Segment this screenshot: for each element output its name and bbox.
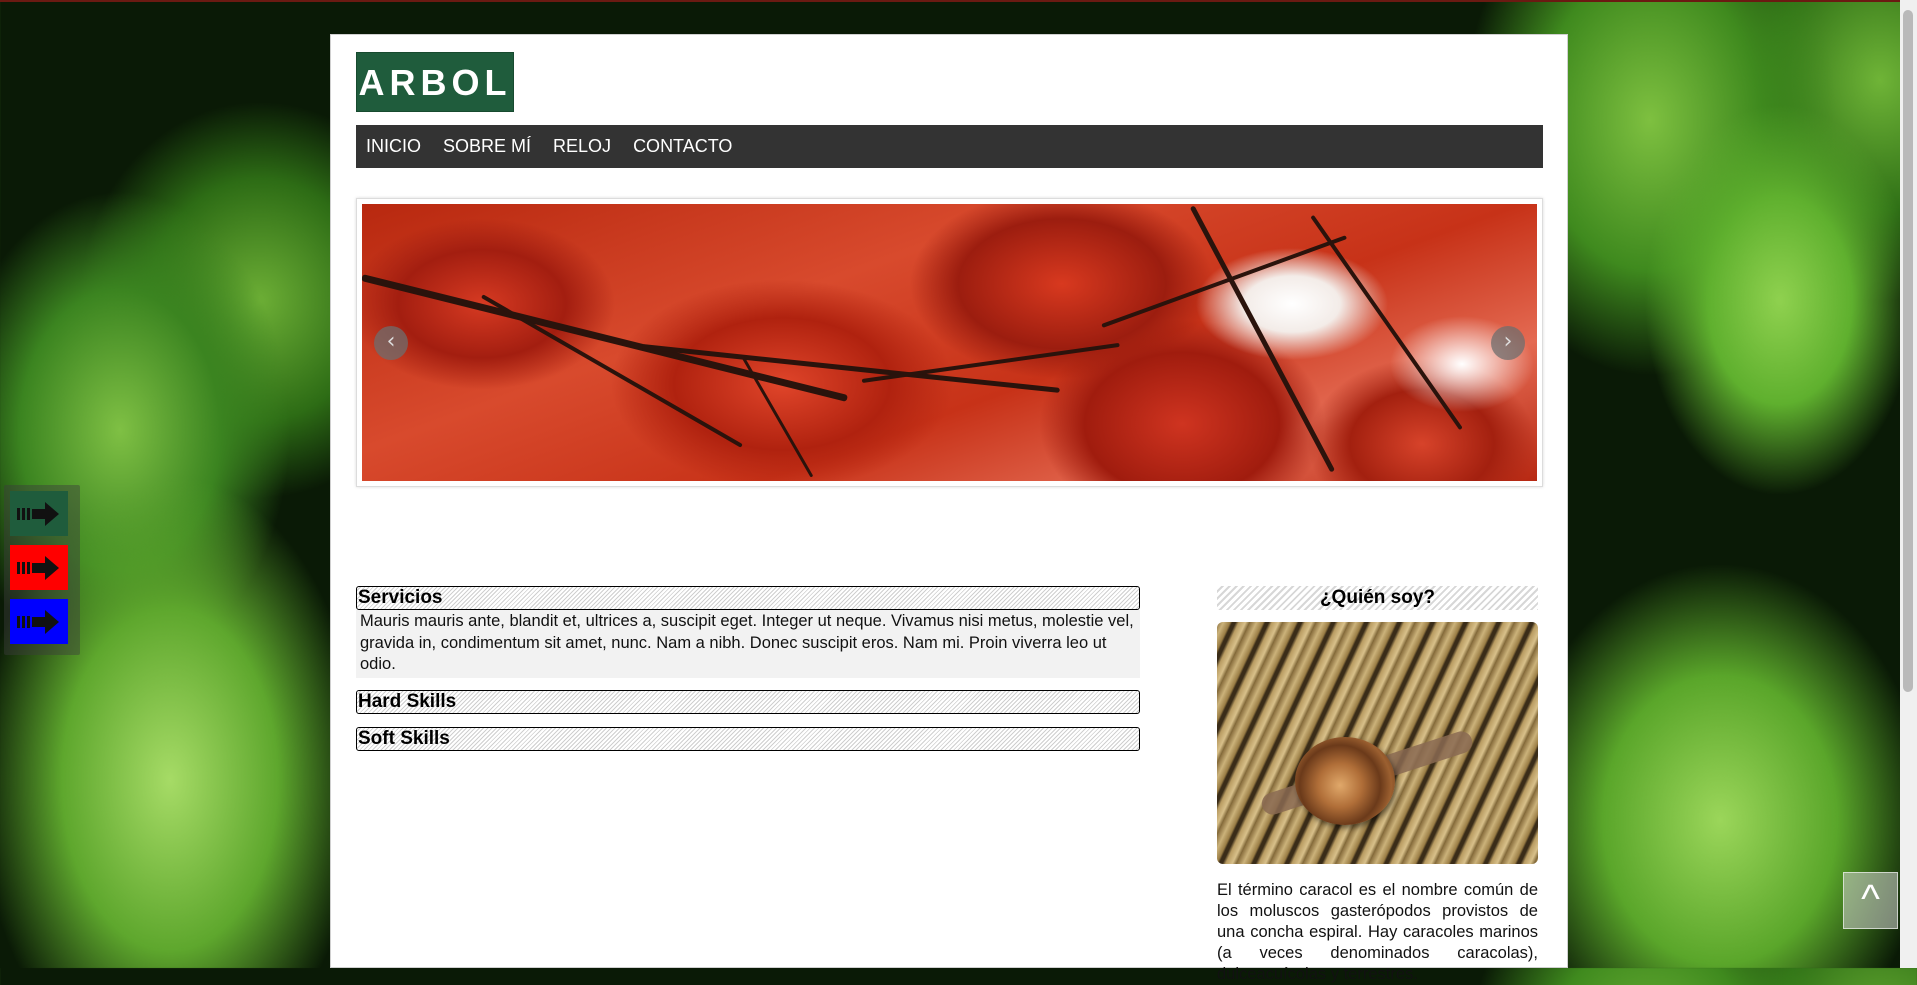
image-slider: ‹ ›: [356, 198, 1543, 487]
slider-image-red-leaves: ‹ ›: [362, 204, 1537, 481]
chevron-right-icon: ›: [1503, 328, 1513, 354]
snail-image: [1217, 622, 1538, 864]
nav-item-contacto[interactable]: CONTACTO: [633, 136, 732, 157]
page-scrollbar[interactable]: [1900, 0, 1917, 968]
arrow-right-icon: [17, 609, 59, 634]
nav-item-inicio[interactable]: INICIO: [366, 136, 421, 157]
sidebar-title: ¿Quién soy?: [1217, 586, 1538, 610]
main-nav: INICIO SOBRE MÍ RELOJ CONTACTO: [356, 125, 1543, 168]
accordion-header-servicios[interactable]: Servicios: [356, 586, 1140, 610]
nav-item-sobre-mi[interactable]: SOBRE MÍ: [443, 136, 531, 157]
arrow-right-icon: [17, 501, 59, 526]
scrollbar-thumb[interactable]: [1903, 10, 1913, 692]
accordion-header-soft-skills[interactable]: Soft Skills: [356, 726, 1140, 751]
accordion-header-hard-skills[interactable]: Hard Skills: [356, 689, 1140, 714]
theme-blue-button[interactable]: [10, 599, 68, 644]
slider-next-button[interactable]: ›: [1491, 325, 1525, 360]
sidebar-text: El término caracol es el nombre común de…: [1217, 881, 1538, 983]
arrow-right-icon: [17, 555, 59, 580]
theme-switcher: [4, 485, 80, 655]
skills-accordion: Servicios Mauris mauris ante, blandit et…: [356, 586, 1140, 751]
theme-green-button[interactable]: [10, 491, 68, 536]
chevron-left-icon: ‹: [386, 328, 396, 354]
page-container: ARBOL INICIO SOBRE MÍ RELOJ CONTACTO ‹ ›…: [330, 34, 1568, 983]
accordion-body-servicios: Mauris mauris ante, blandit et, ultrices…: [356, 610, 1140, 678]
nav-item-reloj[interactable]: RELOJ: [553, 136, 611, 157]
slider-prev-button[interactable]: ‹: [374, 325, 408, 360]
about-sidebar: ¿Quién soy? El término caracol es el nom…: [1217, 586, 1538, 985]
theme-red-button[interactable]: [10, 545, 68, 590]
site-logo[interactable]: ARBOL: [356, 52, 514, 112]
scroll-to-top-button[interactable]: ^: [1843, 872, 1898, 929]
